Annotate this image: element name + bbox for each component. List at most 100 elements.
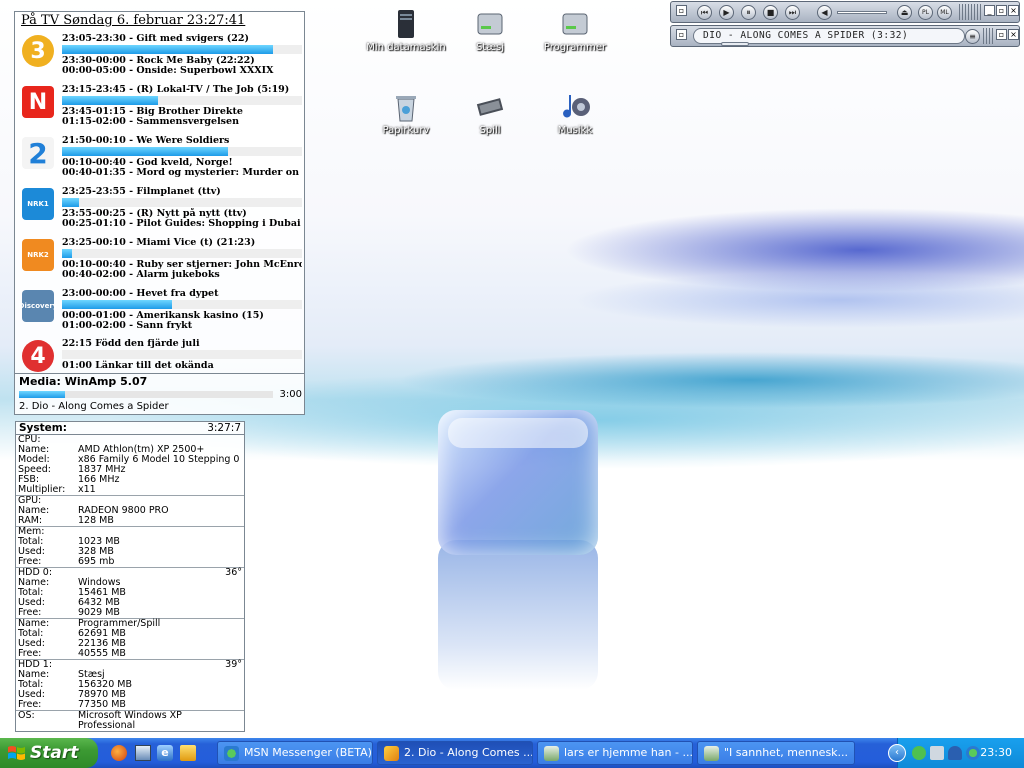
volume-icon[interactable]: ◀ [817, 5, 832, 20]
channel-logo: N [22, 86, 54, 118]
program-progress-bar [62, 198, 302, 207]
program-later: 00:40-02:00 - Alarm jukeboks [62, 269, 220, 280]
section-header: Mem: [18, 527, 242, 537]
desktop-icon-label: Min datamaskin [366, 42, 446, 53]
system-section: HDD 0: 36° Name: Windows Total: 15461 MB Used:… [16, 568, 244, 619]
taskbar-button[interactable]: lars er hjemme han - ... [537, 741, 693, 765]
msn-icon [224, 746, 239, 761]
program-later: 00:00-05:00 - Onside: Superbowl XXXIX [62, 65, 274, 76]
computer-icon [390, 8, 422, 40]
taskbar-button[interactable]: "I sannhet, mennesk... [697, 741, 855, 765]
outlook-icon[interactable] [180, 745, 196, 761]
chip-icon [474, 91, 506, 123]
system-section: HDD 1: 39° Name: Stæsj Total: 156320 MB Used: 7… [16, 660, 244, 711]
info-key: Free: [18, 699, 42, 710]
taskbar-button[interactable]: 2. Dio - Along Comes ... [377, 741, 533, 765]
info-row: Name: Windows [18, 578, 242, 588]
windows-flag-icon [8, 746, 25, 760]
restore-icon[interactable]: ▫ [996, 29, 1007, 40]
chevron-left-icon[interactable]: ‹ [888, 744, 906, 762]
media-track: 2. Dio - Along Comes a Spider [19, 401, 169, 412]
winamp-grip[interactable] [983, 28, 993, 44]
next-icon[interactable]: ⏭ [785, 5, 800, 20]
desktop-icon[interactable]: Spill [448, 91, 532, 136]
desktop-icon[interactable]: Stæsj [448, 8, 532, 53]
seek-slider[interactable] [721, 42, 749, 46]
program-progress-bar [62, 350, 302, 359]
info-value: Microsoft Windows XP Professional [78, 710, 182, 731]
program-progress-bar [62, 300, 302, 309]
tv-channel-row: NRK1 23:25-23:55 - Filmplanet (ttv) 23:55-… [21, 185, 302, 235]
tv-guide-panel: På TV Søndag 6. februar 23:27:41 3 23:05-… [14, 11, 305, 415]
info-row: Multiplier: x11 [18, 485, 242, 495]
desktop-icon[interactable]: Programmer [533, 8, 617, 53]
media-library-toggle-button[interactable]: ML [937, 5, 952, 20]
info-row: Used: 22136 MB [18, 639, 242, 649]
info-value: 40555 MB [78, 648, 126, 659]
shade-icon[interactable]: ▫ [996, 5, 1007, 16]
internet-explorer-icon[interactable]: e [157, 745, 173, 761]
info-row: Free: 695 mb [18, 557, 242, 567]
chat-icon [544, 746, 559, 761]
show-desktop-icon[interactable] [135, 745, 151, 761]
recycle-bin-icon [390, 91, 422, 123]
clock: 23:30 [980, 746, 1012, 759]
antivirus-icon[interactable] [912, 746, 926, 760]
firefox-icon[interactable] [111, 745, 127, 761]
system-header: System: 3:27:7 [16, 422, 244, 435]
close-icon[interactable]: × [1008, 29, 1019, 40]
winamp-grip[interactable] [959, 4, 983, 20]
minimize-icon[interactable]: _ [984, 5, 995, 16]
info-key: RAM: [18, 515, 43, 526]
info-row: Total: 156320 MB [18, 680, 242, 690]
system-section: GPU: Name: RADEON 9800 PRO RAM: 128 MB [16, 496, 244, 527]
desktop-icon[interactable]: Musikk [533, 91, 617, 136]
info-row: RAM: 128 MB [18, 516, 242, 526]
info-row: Used: 6432 MB [18, 598, 242, 608]
playlist-icon[interactable]: ≡ [965, 29, 980, 44]
winamp-title-window[interactable]: ▫ DIO - ALONG COMES A SPIDER (3:32) ≡ ▫ … [670, 25, 1020, 47]
desktop-icon[interactable]: Papirkurv [364, 91, 448, 136]
section-temp: 39° [225, 659, 242, 670]
system-section: OS: Microsoft Windows XP Professional [16, 710, 244, 731]
info-row: Name: Programmer/Spill [18, 619, 242, 629]
desktop-icon[interactable]: Min datamaskin [364, 8, 448, 53]
program-later: 00:25-01:10 - Pilot Guides: Shopping i D… [62, 218, 302, 229]
program-now: 23:25-00:10 - Miami Vice (t) (21:23) [62, 237, 256, 248]
section-header: HDD 0: 36° [18, 568, 242, 578]
start-label: Start [30, 743, 79, 763]
stop-icon[interactable]: ■ [763, 5, 778, 20]
program-now: 23:00-00:00 - Hevet fra dypet [62, 288, 219, 299]
program-now: 21:50-00:10 - We Were Soldiers [62, 135, 230, 146]
tv-guide-header: På TV Søndag 6. februar 23:27:41 [21, 13, 246, 28]
start-button[interactable]: Start [0, 738, 98, 768]
msn-tray-icon[interactable] [966, 746, 980, 760]
playlist-toggle-button[interactable]: PL [918, 5, 933, 20]
program-now: 23:15-23:45 - (R) Lokal-TV / The Job (5:… [62, 84, 290, 95]
chat-icon [704, 746, 719, 761]
info-row: Free: 40555 MB [18, 649, 242, 659]
close-icon[interactable]: × [1008, 5, 1019, 16]
taskbar-button-label: MSN Messenger (BETA) [244, 746, 372, 759]
pause-icon[interactable]: ⏸ [741, 5, 756, 20]
info-row: Total: 15461 MB [18, 588, 242, 598]
winamp-main-window[interactable]: ▫ ⏮ ▶ ⏸ ■ ⏭ ◀ ⏏ PL ML _ ▫ × [670, 1, 1020, 23]
taskbar-button[interactable]: MSN Messenger (BETA) [217, 741, 373, 765]
winamp-menu-icon[interactable]: ▫ [676, 5, 687, 16]
info-row: Speed: 1837 MHz [18, 465, 242, 475]
prev-icon[interactable]: ⏮ [697, 5, 712, 20]
network-icon[interactable] [948, 746, 962, 760]
play-icon[interactable]: ▶ [719, 5, 734, 20]
info-row: Used: 78970 MB [18, 690, 242, 700]
eject-icon[interactable]: ⏏ [897, 5, 912, 20]
printer-icon[interactable] [930, 746, 944, 760]
system-section: Name: Programmer/Spill Total: 62691 MB Used:… [16, 619, 244, 660]
desktop-icon-label: Musikk [557, 125, 593, 136]
taskbar: Start e MSN Messenger (BETA) 2. Dio - Alo… [0, 738, 1024, 768]
system-tray: ‹ 23:30 [888, 738, 1024, 768]
volume-slider[interactable] [837, 11, 887, 14]
desktop-icon-label: Papirkurv [382, 125, 430, 136]
winamp-menu-icon[interactable]: ▫ [676, 29, 687, 40]
system-section: Mem: Total: 1023 MB Used: 328 MB Free: 695 mb [16, 527, 244, 568]
winamp-icon [384, 746, 399, 761]
